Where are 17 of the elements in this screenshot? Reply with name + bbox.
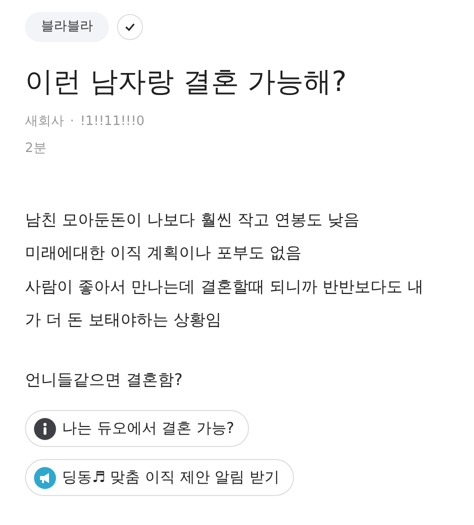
category-tag[interactable]: 블라블라 [25, 12, 109, 42]
megaphone-icon [34, 466, 56, 488]
check-button[interactable] [117, 14, 143, 40]
post-time: 2분 [25, 140, 48, 158]
body-text: 남친 모아둔돈이 나보다 훨씬 작고 연봉도 낮음 [25, 208, 361, 230]
action-chip[interactable]: 나는 듀오에서 결혼 가능? [25, 410, 250, 447]
action-chip[interactable]: 딩동♬ 맞춤 이직 제안 알림 받기 [25, 459, 294, 496]
company-name: 새회사 [25, 112, 64, 130]
meta-separator: · [70, 112, 74, 130]
author-name: !1!!11!!!0 [80, 112, 144, 130]
body-text: 가 더 돈 보태야하는 상황임 [25, 309, 222, 331]
body-text: 미래에대한 이직 계획이나 포부도 없음 [25, 242, 302, 264]
body-text: 언니들같으면 결혼함? [25, 368, 184, 390]
body-text: 사람이 좋아서 만나는데 결혼할때 되니까 반반보다도 내 [25, 276, 425, 298]
info-icon [34, 418, 56, 440]
post-title: 이런 남자랑 결혼 가능해? [25, 64, 348, 100]
check-icon [124, 20, 136, 33]
